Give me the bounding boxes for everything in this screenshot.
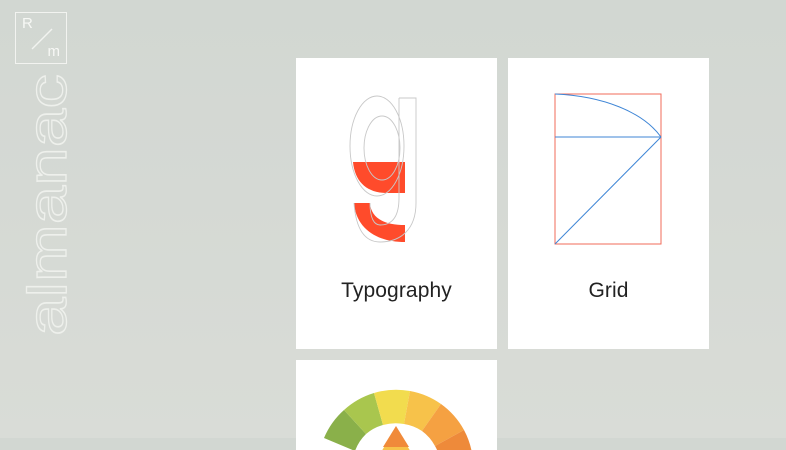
color-wheel-icon xyxy=(324,389,472,450)
card-typography[interactable]: Typography xyxy=(296,58,497,349)
card-label-grid: Grid xyxy=(588,279,629,302)
card-label-typography: Typography xyxy=(341,279,452,302)
typography-g-icon xyxy=(349,95,417,243)
card-grid[interactable]: Grid xyxy=(508,58,709,349)
card-color[interactable] xyxy=(296,360,497,450)
grid-diagram-icon xyxy=(554,93,662,245)
wordmark-text: almanac xyxy=(16,74,78,336)
almanac-wordmark: almanac xyxy=(15,73,78,336)
